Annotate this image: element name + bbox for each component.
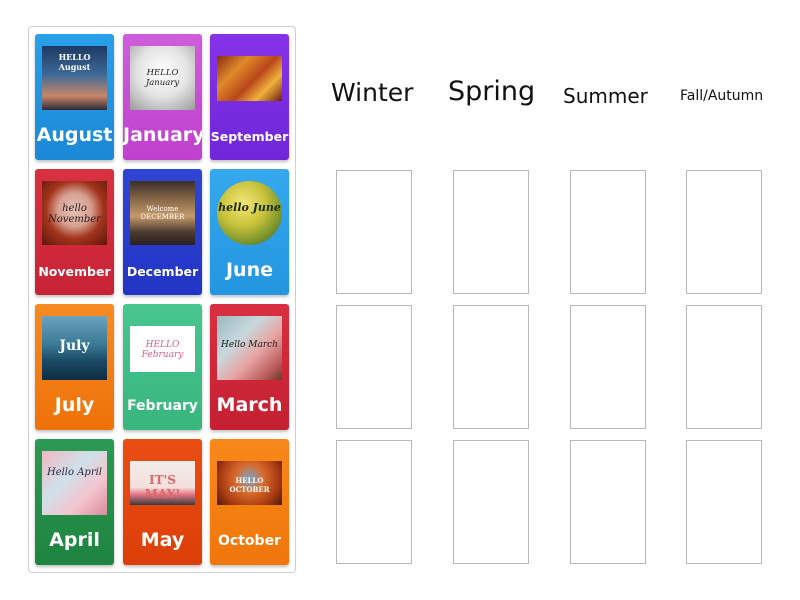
drop-slot-fall-2[interactable]	[686, 305, 762, 429]
card-label: December	[126, 264, 199, 279]
drop-slot-fall-1[interactable]	[686, 170, 762, 294]
drop-slot-spring-3[interactable]	[453, 440, 529, 564]
card-label: April	[49, 529, 100, 551]
card-august[interactable]: HELLO August August	[35, 34, 114, 160]
card-label: October	[218, 533, 281, 549]
drop-slot-fall-3[interactable]	[686, 440, 762, 564]
card-september[interactable]: September	[210, 34, 289, 160]
card-january[interactable]: HELLO January January	[123, 34, 202, 160]
column-header-summer: Summer	[563, 84, 648, 108]
september-image	[217, 56, 282, 101]
card-july[interactable]: July July	[35, 304, 114, 430]
card-label: August	[36, 124, 113, 146]
october-image-text: HELLO OCTOBER	[229, 476, 270, 494]
card-november[interactable]: hello November November	[35, 169, 114, 295]
drop-slot-summer-3[interactable]	[570, 440, 646, 564]
card-label: June	[225, 259, 273, 281]
drop-slot-summer-2[interactable]	[570, 305, 646, 429]
november-image-text: hello November	[48, 203, 101, 225]
august-image: HELLO August	[42, 46, 107, 110]
card-december[interactable]: Welcome DECEMBER December	[123, 169, 202, 295]
april-image-text: Hello April	[46, 467, 103, 478]
card-october[interactable]: HELLO OCTOBER October	[210, 439, 289, 565]
december-image: Welcome DECEMBER	[130, 181, 195, 245]
card-label: September	[210, 129, 289, 144]
may-image: IT'S MAY!	[130, 461, 195, 505]
june-image: hello June	[217, 181, 282, 245]
column-header-winter: Winter	[331, 78, 414, 107]
march-image: Hello March	[217, 316, 282, 380]
february-image: HELLO February	[130, 326, 195, 372]
card-june[interactable]: hello June June	[210, 169, 289, 295]
card-label: November	[38, 264, 111, 279]
drop-slot-summer-1[interactable]	[570, 170, 646, 294]
card-may[interactable]: IT'S MAY! May	[123, 439, 202, 565]
card-label: July	[54, 394, 95, 416]
card-label: February	[127, 398, 198, 414]
march-image-text: Hello March	[221, 340, 278, 350]
july-image: July	[42, 316, 107, 380]
card-february[interactable]: HELLO February February	[123, 304, 202, 430]
april-image: Hello April	[42, 451, 107, 515]
column-header-spring: Spring	[448, 76, 536, 107]
card-march[interactable]: Hello March March	[210, 304, 289, 430]
january-image-text: HELLO January	[145, 68, 180, 88]
drop-slot-winter-1[interactable]	[336, 170, 412, 294]
july-image-text: July	[59, 338, 90, 354]
february-image-text: HELLO February	[141, 340, 184, 360]
december-image-text: Welcome DECEMBER	[140, 205, 185, 221]
january-image: HELLO January	[130, 46, 195, 110]
drop-slot-winter-3[interactable]	[336, 440, 412, 564]
card-label: May	[140, 529, 185, 551]
card-april[interactable]: Hello April April	[35, 439, 114, 565]
card-label: January	[123, 124, 202, 146]
drop-slot-winter-2[interactable]	[336, 305, 412, 429]
june-image-text: hello June	[218, 201, 281, 214]
column-header-fall-autumn: Fall/Autumn	[680, 88, 764, 104]
october-image: HELLO OCTOBER	[217, 461, 282, 505]
card-label: March	[216, 394, 283, 416]
november-image: hello November	[42, 181, 107, 245]
august-image-text: HELLO August	[58, 52, 91, 72]
drop-slot-spring-1[interactable]	[453, 170, 529, 294]
may-image-text: IT'S MAY!	[144, 473, 181, 501]
drop-slot-spring-2[interactable]	[453, 305, 529, 429]
